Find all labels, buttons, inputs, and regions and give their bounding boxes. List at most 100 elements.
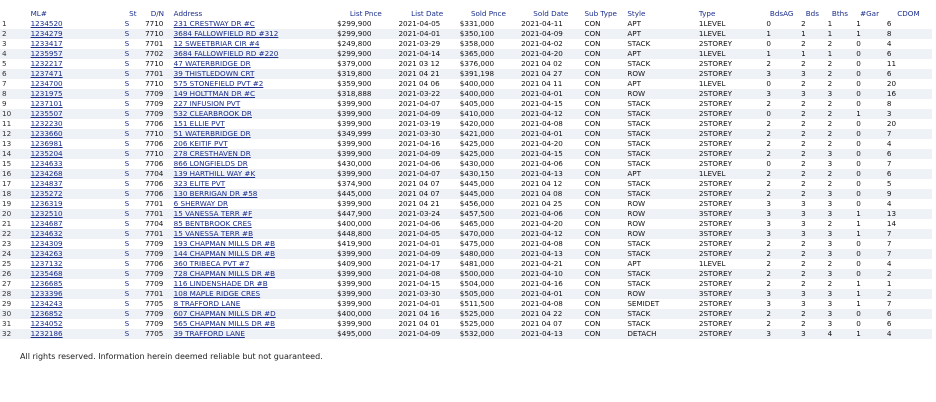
mls-number-cell[interactable]: 1234263 <box>28 249 123 259</box>
mls-number-cell[interactable]: 1233396 <box>28 289 123 299</box>
mls-number-cell[interactable]: 1237471 <box>28 69 123 79</box>
mls-number-cell[interactable]: 1236319 <box>28 199 123 209</box>
list-date-cell: 2021-04-09 <box>396 249 458 259</box>
address-link[interactable]: 39 THISTLEDOWN CRT <box>174 69 255 78</box>
bathrooms-cell: 2 <box>825 119 855 129</box>
list-date-cell: 2021-04-16 <box>396 139 458 149</box>
district-cell: 7710 <box>143 29 172 39</box>
style-cell: STACK <box>625 119 697 129</box>
mls-number-cell[interactable]: 1236852 <box>28 309 123 319</box>
mls-number-cell[interactable]: 1237101 <box>28 99 123 109</box>
address-cell: 565 CHAPMAN MILLS DR #B <box>171 319 336 329</box>
garage-cell: 0 <box>854 69 885 79</box>
mls-number-cell[interactable]: 1234632 <box>28 229 123 239</box>
mls-number-cell[interactable]: 1237132 <box>28 259 123 269</box>
address-link[interactable]: 227 INFUSION PVT <box>174 99 241 108</box>
mls-number-cell[interactable]: 1234309 <box>28 239 123 249</box>
address-link[interactable]: 108 MAPLE RIDGE CRES <box>174 289 260 298</box>
mls-number-cell[interactable]: 1234687 <box>28 219 123 229</box>
mls-number-cell[interactable]: 1234837 <box>28 179 123 189</box>
address-link[interactable]: 149 HOLTTMAN DR #C <box>174 89 255 98</box>
address-link[interactable]: 51 WATERBRIDGE DR <box>174 129 251 138</box>
address-link[interactable]: 231 CRESTWAY DR #C <box>174 19 255 28</box>
address-link[interactable]: 85 BENTBROOK CRES <box>174 219 252 228</box>
mls-number-cell[interactable]: 1235957 <box>28 49 123 59</box>
mls-number-cell[interactable]: 1232230 <box>28 119 123 129</box>
type-cell: 2STOREY <box>696 149 765 159</box>
sub-type-cell: CON <box>582 319 626 329</box>
address-cell: 206 KEITIF PVT <box>171 139 336 149</box>
bedrooms-above-grade-cell: 2 <box>764 269 800 279</box>
cdom-cell: 6 <box>884 309 932 319</box>
address-link[interactable]: 323 ELITE PVT <box>174 179 226 188</box>
mls-number-cell[interactable]: 1232510 <box>28 209 123 219</box>
mls-number-cell[interactable]: 1234243 <box>28 299 123 309</box>
address-link[interactable]: 193 CHAPMAN MILLS DR #B <box>174 239 275 248</box>
address-link[interactable]: 3684 FALLOWFIELD RD #312 <box>174 29 279 38</box>
cdom-cell: 4 <box>884 199 932 209</box>
mls-number-cell[interactable]: 1231975 <box>28 89 123 99</box>
mls-number-cell[interactable]: 1235204 <box>28 149 123 159</box>
address-link[interactable]: 607 CHAPMAN MILLS DR #D <box>174 309 276 318</box>
mls-number-cell[interactable]: 1232217 <box>28 59 123 69</box>
mls-number-cell[interactable]: 1232186 <box>28 329 123 339</box>
row-number-cell: 32 <box>0 329 29 339</box>
list-date-cell: 2021-03-24 <box>396 209 458 219</box>
table-row: 9 1237101 S 7709 227 INFUSION PVT $399,900 202… <box>0 99 932 109</box>
address-link[interactable]: 8 TRAFFORD LANE <box>174 299 241 308</box>
mls-number-cell[interactable]: 1234268 <box>28 169 123 179</box>
address-link[interactable]: 116 LINDENSHADE DR #B <box>174 279 268 288</box>
mls-number-cell[interactable]: 1234052 <box>28 319 123 329</box>
address-cell: 144 CHAPMAN MILLS DR #B <box>171 249 336 259</box>
district-cell: 7706 <box>143 159 172 169</box>
address-link[interactable]: 130 BERRIGAN DR #58 <box>174 189 258 198</box>
address-link[interactable]: 575 STONEFIELD PVT #2 <box>174 79 264 88</box>
mls-number-cell[interactable]: 1233417 <box>28 39 123 49</box>
address-link[interactable]: 278 CRESTHAVEN DR <box>174 149 251 158</box>
cdom-cell: 6 <box>884 19 932 29</box>
address-link[interactable]: 532 CLEARBROOK DR <box>174 109 252 118</box>
mls-number-cell[interactable]: 1235507 <box>28 109 123 119</box>
mls-number-cell[interactable]: 1236981 <box>28 139 123 149</box>
sold-price-cell: $421,000 <box>457 129 520 139</box>
address-link[interactable]: 151 ELLIE PVT <box>174 119 225 128</box>
sold-date-cell: 2021 04 25 <box>519 199 583 209</box>
mls-number-cell[interactable]: 1234279 <box>28 29 123 39</box>
address-link[interactable]: 6 SHERWAY DR <box>174 199 228 208</box>
garage-cell: 0 <box>854 169 885 179</box>
district-cell: 7709 <box>143 99 172 109</box>
column-header-bedrooms-above-grade: BdsAG <box>769 8 794 18</box>
address-link[interactable]: 15 VANESSA TERR #F <box>174 209 253 218</box>
type-cell: 3STOREY <box>696 229 765 239</box>
address-link[interactable]: 565 CHAPMAN MILLS DR #B <box>174 319 275 328</box>
address-link[interactable]: 206 KEITIF PVT <box>174 139 228 148</box>
address-link[interactable]: 47 WATERBRIDGE DR <box>174 59 251 68</box>
mls-number-cell[interactable]: 1235272 <box>28 189 123 199</box>
type-cell: 3STOREY <box>696 289 765 299</box>
mls-number-cell[interactable]: 1233660 <box>28 129 123 139</box>
address-link[interactable]: 12 SWEETBRIAR CIR #4 <box>174 39 260 48</box>
mls-number-cell[interactable]: 1234520 <box>28 19 123 29</box>
mls-number-cell[interactable]: 1234633 <box>28 159 123 169</box>
address-link[interactable]: 3684 FALLOWFIELD RD #220 <box>174 49 279 58</box>
mls-number-cell[interactable]: 1235468 <box>28 269 123 279</box>
address-link[interactable]: 728 CHAPMAN MILLS DR #B <box>174 269 275 278</box>
table-row: 30 1236852 S 7709 607 CHAPMAN MILLS DR #D $40… <box>0 309 932 319</box>
address-link[interactable]: 144 CHAPMAN MILLS DR #B <box>174 249 275 258</box>
address-link[interactable]: 139 HARTHILL WAY #K <box>174 169 256 178</box>
address-link[interactable]: 15 VANESSA TERR #B <box>174 229 253 238</box>
mls-number-cell[interactable]: 1234700 <box>28 79 123 89</box>
address-link[interactable]: 39 TRAFFORD LANE <box>174 329 245 338</box>
bathrooms-cell: 2 <box>825 109 855 119</box>
mls-number-cell[interactable]: 1236685 <box>28 279 123 289</box>
row-number-cell: 14 <box>0 149 29 159</box>
garage-cell: 0 <box>854 249 885 259</box>
address-cell: 866 LONGFIELDS DR <box>171 159 336 169</box>
list-price-cell: $399,900 <box>335 109 397 119</box>
sub-type-cell: CON <box>582 149 626 159</box>
table-row: 22 1234632 S 7701 15 VANESSA TERR #B $448,800… <box>0 229 932 239</box>
status-cell: S <box>122 149 144 159</box>
address-link[interactable]: 866 LONGFIELDS DR <box>174 159 248 168</box>
list-price-cell: $495,000 <box>335 329 397 339</box>
address-link[interactable]: 360 TRIBECA PVT #7 <box>174 259 250 268</box>
